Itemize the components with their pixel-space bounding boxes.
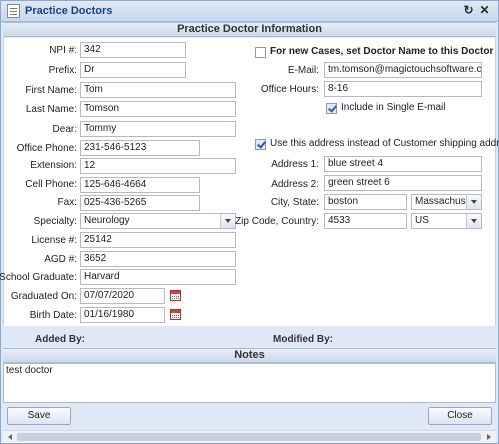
fax-label: Fax: (57, 197, 77, 208)
new-cases-label: For new Cases, set Doctor Name to this D… (270, 46, 494, 57)
office-phone-label: Office Phone: (16, 143, 77, 154)
scroll-right-icon[interactable] (483, 432, 494, 442)
notes-textarea[interactable]: test doctor (3, 363, 496, 403)
country-value: US (415, 215, 429, 226)
added-by-label: Added By: (35, 334, 85, 345)
specialty-value: Neurology (84, 215, 130, 226)
title-bar[interactable]: Practice Doctors ↻ ✕ (1, 1, 498, 22)
agd-label: AGD #: (44, 254, 77, 265)
include-email-checkbox[interactable] (326, 103, 337, 114)
license-label: License #: (31, 235, 77, 246)
state-select[interactable]: Massachusetts (411, 194, 482, 210)
office-hours-label: Office Hours: (260, 84, 319, 95)
prefix-label: Prefix: (48, 65, 77, 76)
save-button[interactable]: Save (7, 407, 71, 425)
use-address-checkbox[interactable] (255, 139, 266, 150)
horizontal-scrollbar[interactable] (3, 430, 496, 443)
scrollbar-thumb[interactable] (17, 433, 481, 441)
fax-input[interactable]: 025-436-5265 (80, 195, 200, 211)
graduated-label: Graduated On: (10, 291, 77, 302)
audit-row: Added By: Modified By: (3, 328, 496, 348)
refresh-icon[interactable]: ↻ (461, 3, 476, 18)
specialty-select[interactable]: Neurology (80, 213, 236, 229)
address2-label: Address 2: (271, 179, 319, 190)
first-name-label: First Name: (25, 85, 77, 96)
notes-header: Notes (3, 348, 496, 363)
city-state-label: City, State: (270, 197, 319, 208)
graduated-input[interactable]: 07/07/2020 (80, 288, 165, 304)
modified-by-label: Modified By: (273, 334, 333, 345)
cell-phone-input[interactable]: 125-646-4664 (80, 177, 200, 193)
npi-label: NPI #: (49, 45, 77, 56)
doctor-info-panel: NPI #: 342 Prefix: Dr First Name: Tom La… (0, 38, 499, 326)
last-name-label: Last Name: (25, 104, 77, 115)
school-input[interactable]: Harvard (80, 269, 236, 285)
practice-doctors-window: Practice Doctors ↻ ✕ Practice Doctor Inf… (0, 0, 499, 444)
chevron-down-icon[interactable] (466, 195, 481, 209)
window-title: Practice Doctors (25, 5, 113, 17)
country-select[interactable]: US (411, 213, 482, 229)
extension-label: Extension: (30, 160, 77, 171)
close-icon[interactable]: ✕ (477, 3, 492, 18)
section-header: Practice Doctor Information (3, 22, 496, 37)
email-input[interactable]: tm.tomson@magictouchsoftware.com (324, 62, 482, 78)
npi-input[interactable]: 342 (80, 42, 186, 58)
address1-input[interactable]: blue street 4 (324, 156, 482, 172)
calendar-icon[interactable] (170, 309, 181, 320)
dear-label: Dear: (52, 124, 77, 135)
chevron-down-icon[interactable] (220, 214, 235, 228)
birth-date-label: Birth Date: (29, 310, 77, 321)
address2-input[interactable]: green street 6 (324, 175, 482, 191)
prefix-input[interactable]: Dr (80, 62, 186, 78)
dear-input[interactable]: Tommy (80, 121, 236, 137)
scroll-left-icon[interactable] (5, 432, 16, 442)
city-input[interactable]: boston (324, 194, 407, 210)
cell-phone-label: Cell Phone: (25, 179, 77, 190)
specialty-label: Specialty: (33, 216, 77, 227)
first-name-input[interactable]: Tom (80, 82, 236, 98)
email-label: E-Mail: (287, 65, 319, 76)
extension-input[interactable]: 12 (80, 158, 236, 174)
calendar-icon[interactable] (170, 290, 181, 301)
birth-date-input[interactable]: 01/16/1980 (80, 307, 165, 323)
office-phone-input[interactable]: 231-546-5123 (80, 140, 200, 156)
use-address-label: Use this address instead of Customer shi… (270, 138, 499, 149)
footer-bar: Save Close (3, 404, 496, 430)
last-name-input[interactable]: Tomson (80, 101, 236, 117)
zip-input[interactable]: 4533 (324, 213, 407, 229)
school-label: School Graduate: (0, 272, 77, 283)
address1-label: Address 1: (271, 159, 319, 170)
license-input[interactable]: 25142 (80, 232, 236, 248)
agd-input[interactable]: 3652 (80, 251, 236, 267)
chevron-down-icon[interactable] (466, 214, 481, 228)
zip-country-label: Zip Code, Country: (235, 216, 319, 227)
office-hours-input[interactable]: 8-16 (324, 81, 482, 97)
close-button[interactable]: Close (428, 407, 492, 425)
include-email-label: Include in Single E-mail (341, 102, 446, 113)
new-cases-checkbox[interactable] (255, 47, 266, 58)
document-list-icon (7, 4, 20, 18)
